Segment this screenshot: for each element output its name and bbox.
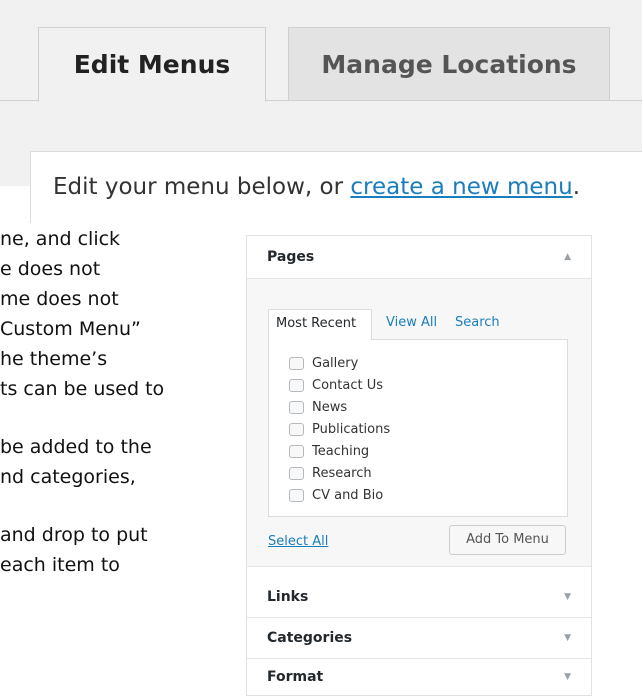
select-all-link[interactable]: Select All bbox=[268, 534, 328, 549]
add-to-menu-button[interactable]: Add To Menu bbox=[449, 525, 566, 555]
checkbox[interactable] bbox=[289, 489, 304, 502]
tab-manage-locations[interactable]: Manage Locations bbox=[288, 27, 610, 100]
body-text-line: Custom Menu” bbox=[0, 318, 141, 340]
page-item-cv-and-bio[interactable]: CV and Bio bbox=[289, 485, 383, 507]
caret-down-icon[interactable]: ▼ bbox=[564, 617, 571, 659]
links-section-header[interactable]: Links ▼ bbox=[247, 576, 591, 618]
format-section-title: Format bbox=[267, 669, 324, 685]
page-item-label: Publications bbox=[312, 422, 391, 437]
page-item-label: Contact Us bbox=[312, 378, 383, 393]
tab-edit-menus[interactable]: Edit Menus bbox=[38, 27, 266, 102]
page-item-label: News bbox=[312, 400, 348, 415]
body-text-line: and drop to put bbox=[0, 524, 148, 546]
pages-section-title: Pages bbox=[267, 249, 315, 265]
categories-section-header[interactable]: Categories ▼ bbox=[247, 617, 591, 659]
page-item-label: Teaching bbox=[312, 444, 370, 459]
caret-up-icon[interactable]: ▲ bbox=[564, 236, 571, 278]
checkbox[interactable] bbox=[289, 357, 304, 370]
body-text-line: ts can be used to bbox=[0, 378, 165, 400]
checkbox[interactable] bbox=[289, 379, 304, 392]
page-item-gallery[interactable]: Gallery bbox=[289, 353, 358, 375]
pages-section-header[interactable]: Pages ▲ bbox=[247, 236, 591, 278]
page-item-news[interactable]: News bbox=[289, 397, 347, 419]
body-text-line: nd categories, bbox=[0, 466, 136, 488]
tab-search[interactable]: Search bbox=[455, 309, 500, 337]
caret-down-icon[interactable]: ▼ bbox=[564, 656, 571, 698]
checkbox[interactable] bbox=[289, 445, 304, 458]
checkbox[interactable] bbox=[289, 467, 304, 480]
links-section-title: Links bbox=[267, 589, 309, 605]
menu-notice: Edit your menu below, or create a new me… bbox=[30, 151, 642, 223]
pages-checklist: Gallery Contact Us News Publications Tea… bbox=[268, 339, 568, 517]
notice-text: Edit your menu below, or bbox=[53, 174, 351, 200]
body-text-line: ne, and click bbox=[0, 230, 121, 250]
body-text-line: each item to bbox=[0, 554, 120, 576]
page-item-teaching[interactable]: Teaching bbox=[289, 441, 369, 463]
document-body-text: ne, and click e does not me does not Cus… bbox=[0, 230, 236, 696]
checkbox[interactable] bbox=[289, 401, 304, 414]
caret-down-icon[interactable]: ▼ bbox=[564, 576, 571, 618]
page-item-label: CV and Bio bbox=[312, 488, 384, 503]
pages-section-body: Most Recent View All Search Gallery Cont… bbox=[247, 278, 591, 567]
categories-section-title: Categories bbox=[267, 630, 353, 646]
format-section-header[interactable]: Format ▼ bbox=[247, 656, 591, 698]
page-item-label: Gallery bbox=[312, 356, 359, 371]
body-text-line: me does not bbox=[0, 288, 119, 310]
tab-most-recent[interactable]: Most Recent bbox=[268, 309, 372, 340]
create-menu-link[interactable]: create a new menu bbox=[350, 174, 572, 200]
body-text-line: e does not bbox=[0, 258, 101, 280]
notice-suffix: . bbox=[572, 174, 580, 200]
body-text-line: he theme’s bbox=[0, 348, 108, 370]
page-item-research[interactable]: Research bbox=[289, 463, 372, 485]
checkbox[interactable] bbox=[289, 423, 304, 436]
page-item-label: Research bbox=[312, 466, 372, 481]
page-item-publications[interactable]: Publications bbox=[289, 419, 390, 441]
add-menu-items-panel: Pages ▲ Most Recent View All Search Gall… bbox=[246, 235, 592, 696]
page-item-contact-us[interactable]: Contact Us bbox=[289, 375, 383, 397]
tab-view-all[interactable]: View All bbox=[386, 309, 437, 337]
body-text-line: be added to the bbox=[0, 436, 152, 458]
